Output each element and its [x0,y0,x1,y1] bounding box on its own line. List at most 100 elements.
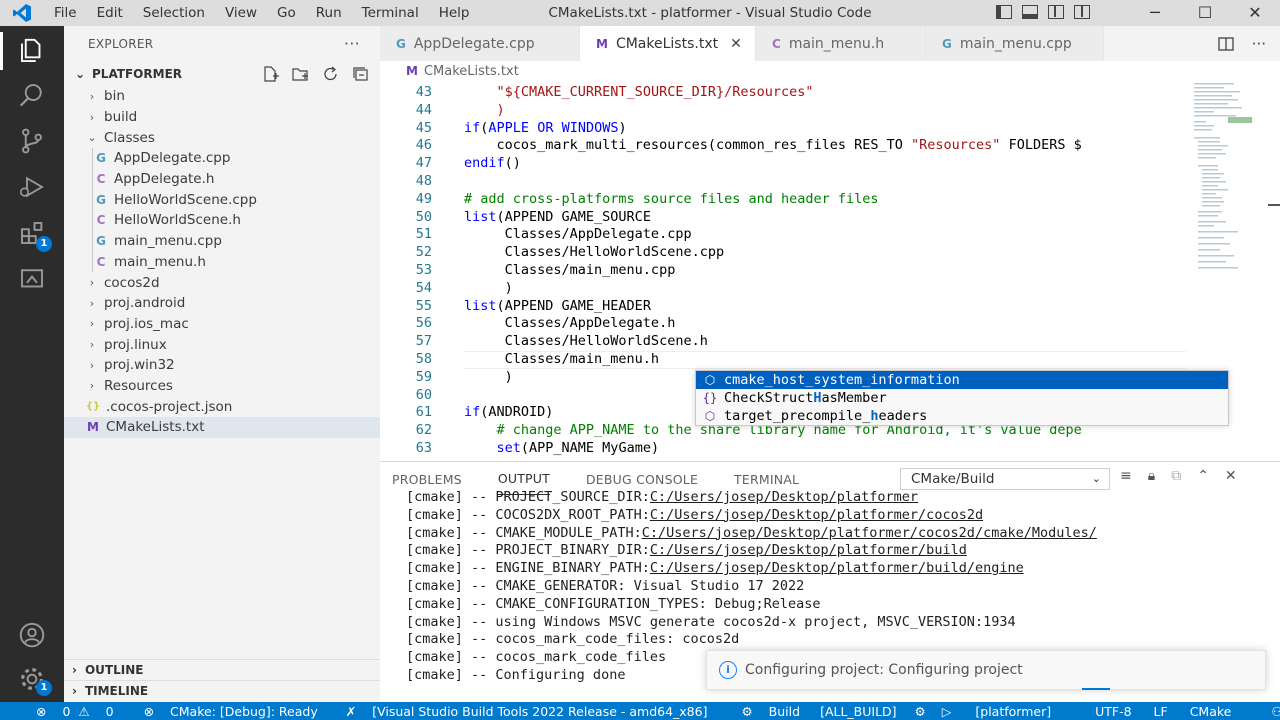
line-number: 46 [415,137,432,154]
encoding-status[interactable]: UTF-8 [1095,704,1131,719]
indent-guide [92,251,93,273]
build-button[interactable]: ⚙ Build [729,704,800,719]
tree-folder[interactable]: › bin [64,86,380,107]
menu-terminal[interactable]: Terminal [352,0,429,26]
explorer-icon[interactable] [0,28,64,74]
menu-help[interactable]: Help [429,0,480,26]
remote-explorer-icon[interactable] [0,256,64,302]
output-path-link[interactable]: C:/Users/josep/Desktop/platformer [650,489,918,505]
timeline-section[interactable]: › TIMELINE [64,680,380,701]
close-window-icon[interactable]: ✕ [1230,0,1280,26]
split-editor-icon[interactable] [1218,36,1234,51]
language-mode[interactable]: CMake [1190,704,1232,719]
json-file-icon: {} [85,401,101,413]
tree-folder[interactable]: › proj.win32 [64,355,380,376]
project-header[interactable]: ⌄ PLATFORMER [64,62,380,86]
problems-status[interactable]: ⊗ 0 ⚠ 0 [24,704,114,719]
tree-file[interactable]: M CMakeLists.txt [64,417,380,438]
tree-folder[interactable]: › cocos2d [64,272,380,293]
extensions-badge: 1 [36,236,52,252]
build-target[interactable]: [ALL_BUILD] [820,704,896,719]
customize-layout-icon[interactable] [1074,5,1090,19]
suggestion-item[interactable]: ⬡ target_precompile_ h eaders [696,407,1228,425]
output-channel-select[interactable]: CMake/Build ⌄ [900,468,1110,490]
tree-file[interactable]: C HelloWorldScene.h [64,210,380,231]
tree-item-label: proj.linux [104,336,167,353]
editor-actions: ··· [1218,26,1280,61]
manage-gear-icon[interactable]: 1 [0,656,64,702]
line-number: 52 [415,244,432,261]
toggle-primary-sidebar-icon[interactable] [996,5,1012,19]
header-file-icon: C [96,172,106,187]
menu-selection[interactable]: Selection [133,0,215,26]
tree-folder[interactable]: › proj.android [64,293,380,314]
line-number: 47 [415,155,432,172]
editor-scrollbar[interactable] [1266,81,1280,461]
maximize-panel-icon[interactable]: ⌃ [1197,468,1209,484]
tree-folder[interactable]: › proj.linux [64,334,380,355]
menu-bar: File Edit Selection View Go Run Terminal Help [44,0,479,26]
output-path-link[interactable]: C:/Users/josep/Desktop/platformer/cocos2… [642,525,1097,541]
menu-file[interactable]: File [44,0,87,26]
open-log-icon[interactable]: ⧉ [1171,468,1181,484]
maximize-icon[interactable]: ☐ [1180,0,1230,26]
toggle-panel-icon[interactable] [1022,5,1038,19]
tree-file[interactable]: Cmain_menu.h [64,251,380,273]
tree-folder[interactable]: › proj.ios_mac [64,314,380,335]
suggestion-item[interactable]: ⬡ cmake_host_system_information [696,371,1228,389]
menu-edit[interactable]: Edit [87,0,133,26]
toggle-secondary-sidebar-icon[interactable] [1048,5,1064,19]
run-icon[interactable]: ▷ [942,704,952,719]
outline-section[interactable]: › OUTLINE [64,659,380,680]
tree-file[interactable]: G AppDelegate.cpp [64,148,380,169]
new-file-icon[interactable] [262,66,280,82]
menu-view[interactable]: View [215,0,267,26]
feedback-icon[interactable]: ⚇ [1271,704,1280,719]
tree-folder[interactable]: › build [64,107,380,128]
search-icon[interactable] [0,72,64,118]
new-folder-icon[interactable] [292,66,310,82]
accounts-icon[interactable] [0,612,64,658]
menu-run[interactable]: Run [306,0,352,26]
source-control-icon[interactable] [0,118,64,164]
code-text: Classes/main_menu.cpp [464,262,676,278]
tree-file[interactable]: Gmain_menu.cpp [64,230,380,252]
tab-main-menu-h[interactable]: Cmain_menu.h [756,26,926,61]
output-path-link[interactable]: C:/Users/josep/Desktop/platformer/build [650,542,967,558]
breadcrumb-file[interactable]: CMakeLists.txt [424,64,519,79]
tree-folder[interactable]: ⌄ Classes [64,127,380,148]
notification-toast[interactable]: i Configuring project: Configuring proje… [706,650,1266,690]
eol-status[interactable]: LF [1154,704,1168,719]
suggestion-item[interactable]: {} CheckStruct HasMember [696,389,1228,407]
refresh-icon[interactable] [322,66,340,82]
cmake-status[interactable]: ⊗ CMake: [Debug]: Ready [132,704,318,719]
tree-file[interactable]: G HelloWorldScene.cpp [64,189,380,211]
tree-file[interactable]: C AppDelegate.h [64,168,380,190]
menu-go[interactable]: Go [267,0,306,26]
tab-cmakelists-txt[interactable]: M CMakeLists.txt ✕ [580,26,756,61]
tab-label: main_menu.cpp [959,35,1072,52]
clear-output-icon[interactable]: ≡ [1120,468,1132,484]
cmake-kit[interactable]: ✗ [Visual Studio Build Tools 2022 Releas… [334,704,708,719]
run-debug-icon[interactable] [0,164,64,210]
code-text: set(APP_NAME MyGame) [496,440,660,456]
output-path-link[interactable]: C:/Users/josep/Desktop/platformer/cocos2… [650,507,983,523]
collapse-all-icon[interactable] [352,66,370,82]
minimize-icon[interactable]: ─ [1130,0,1180,26]
more-editor-actions-icon[interactable]: ··· [1252,35,1266,53]
suggestion-match: h [870,408,879,424]
more-actions-icon[interactable]: ··· [344,26,360,62]
tree-file[interactable]: {} .cocos-project.json [64,396,380,417]
close-tab-icon[interactable]: ✕ [730,36,742,52]
tab-appdelegate-cpp[interactable]: G AppDelegate.cpp [380,26,580,61]
line-number: 60 [415,386,432,403]
launch-target[interactable]: [platformer] [975,704,1051,719]
debug-icon[interactable]: ⚙ [915,704,926,719]
extensions-icon[interactable]: 1 [0,210,64,256]
tab-main-menu-cpp[interactable]: Gmain_menu.cpp [926,26,1104,61]
lock-icon[interactable]: 🔒︎ [1148,468,1155,484]
code-text: ) [496,101,505,118]
output-path-link[interactable]: C:/Users/josep/Desktop/platformer/build/… [650,560,1024,576]
tree-folder[interactable]: › Resources [64,376,380,397]
close-panel-icon[interactable]: ✕ [1225,468,1237,484]
